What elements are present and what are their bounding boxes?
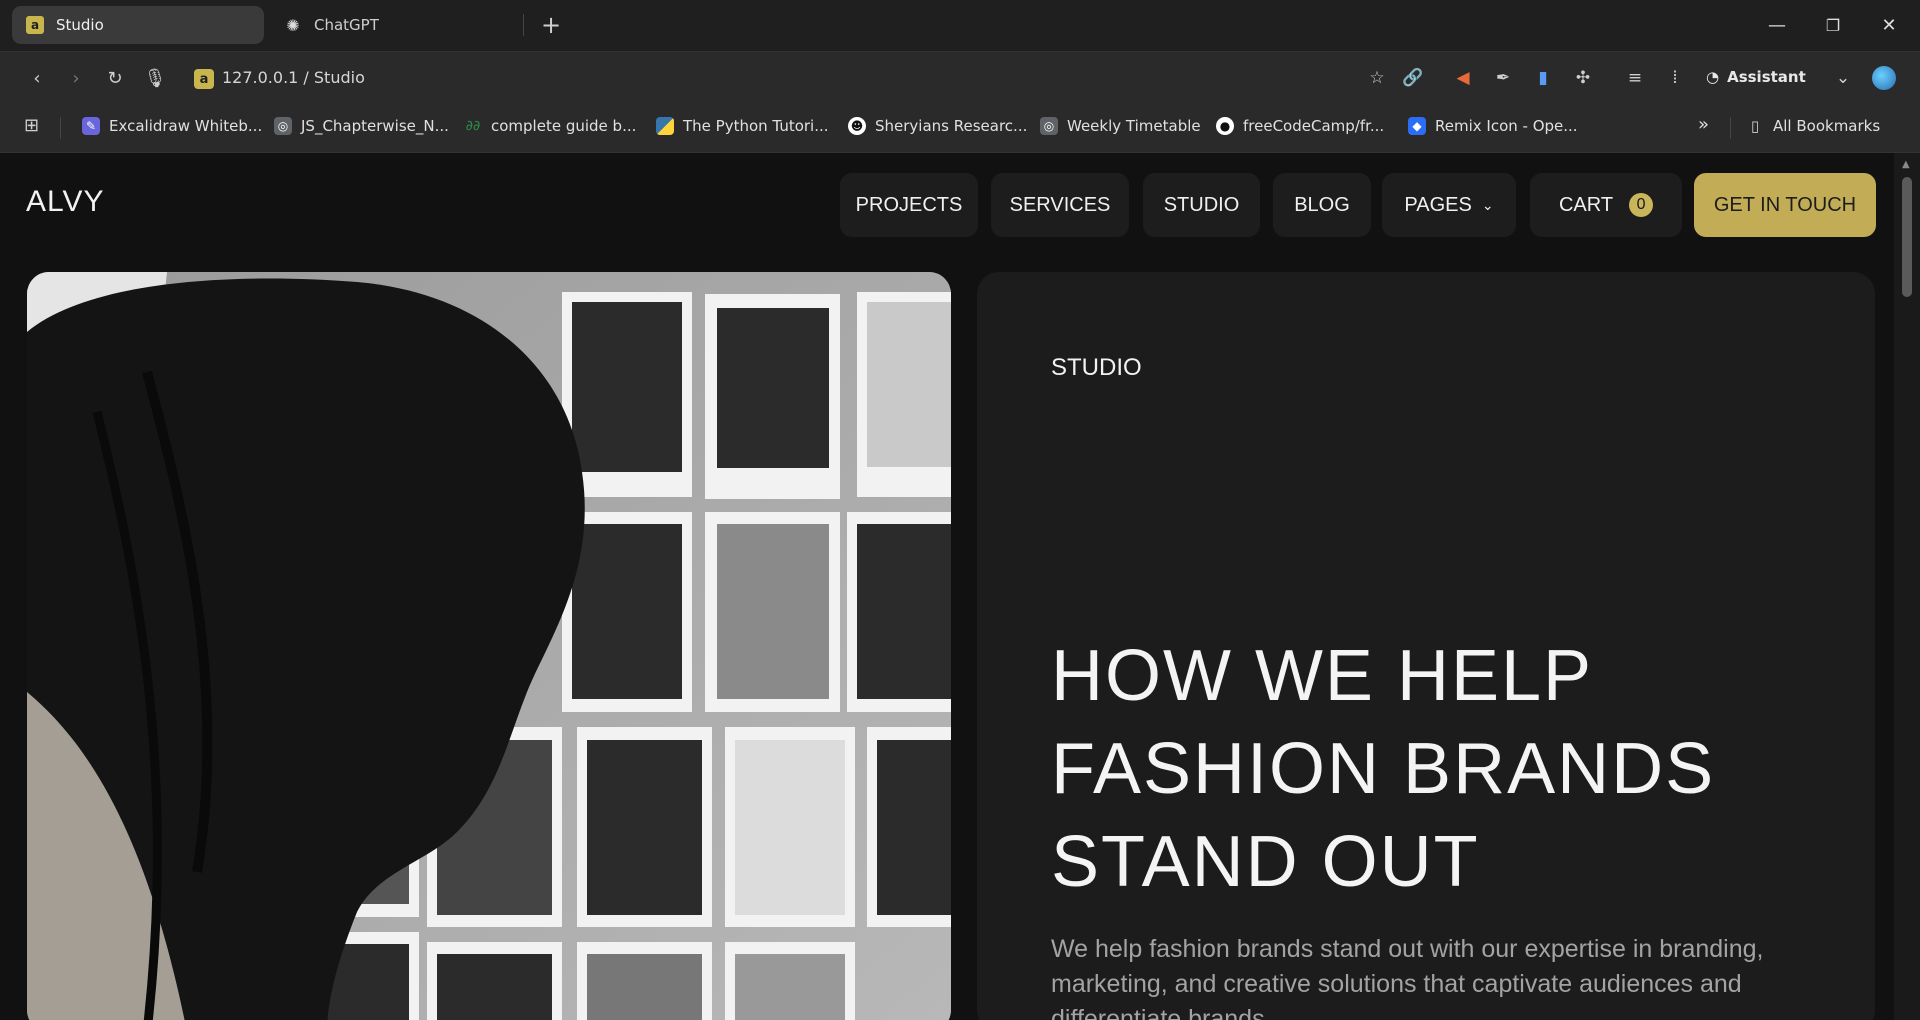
cart-count-badge: 0 [1629,193,1654,217]
extension-docs-icon[interactable]: ▮ [1530,65,1556,91]
hero-title: HOW WE HELP FASHION BRANDS STAND OUT [1051,636,1716,902]
nav-cart[interactable]: CART 0 [1530,173,1682,237]
restore-button[interactable]: ❐ [1816,10,1850,40]
forward-button[interactable]: › [61,63,91,93]
nav-blog[interactable]: BLOG [1273,173,1371,237]
tab-chatgpt[interactable]: ✺ ChatGPT [270,6,520,44]
new-tab-button[interactable]: + [536,10,566,40]
remix-icon: ◆ [1408,117,1426,135]
address-bar: ‹ › ↻ 🎙 a 127.0.0.1 / Studio ☆ 🔗 ◀ ✒ ▮ ✣… [0,51,1920,103]
github-icon: ● [1216,117,1234,135]
color-picker-icon[interactable]: ✒ [1490,65,1516,91]
microphone-icon[interactable]: 🎙 [140,63,170,93]
assistant-label: Assistant [1727,68,1806,86]
scroll-up-icon[interactable]: ▲ [1902,159,1910,170]
back-button[interactable]: ‹ [22,63,52,93]
assistant-button[interactable]: ◔ Assistant [1706,68,1806,86]
hero-photo-illustration [27,272,951,1020]
section-label: STUDIO [1051,354,1142,381]
bookmarks-divider [1730,117,1731,139]
bookmark-label: Weekly Timetable [1067,117,1201,135]
scroll-thumb[interactable] [1902,177,1912,297]
bookmarks-divider [60,117,61,139]
more-bookmarks-icon[interactable]: » [1698,114,1709,135]
chevron-down-icon[interactable]: ⌄ [1830,65,1856,91]
python-icon [656,117,674,135]
nav-pages[interactable]: PAGES ⌄ [1382,173,1516,237]
excalidraw-icon: ✎ [82,117,100,135]
bookmark-folder-icon: ▯ [1750,117,1760,135]
bookmark-label: complete guide b... [491,117,637,135]
reading-list-icon[interactable]: ≡ [1622,65,1648,91]
chevron-down-icon: ⌄ [1481,196,1494,213]
bookmark-weekly-timetable[interactable]: ◎ Weekly Timetable [1040,117,1201,135]
minimize-button[interactable]: — [1760,10,1794,40]
extension-megaphone-icon[interactable]: ◀ [1450,65,1476,91]
nav-services[interactable]: SERVICES [991,173,1129,237]
site-logo[interactable]: ALVY [26,185,105,219]
tab-studio[interactable]: a Studio [12,6,264,44]
chatgpt-icon: ✺ [286,15,300,35]
bookmark-complete-guide[interactable]: ∂∂ complete guide b... [464,117,637,135]
all-bookmarks-label: All Bookmarks [1773,117,1881,135]
extensions-icon[interactable]: ✣ [1570,65,1596,91]
bookmark-star-icon[interactable]: ☆ [1364,65,1390,91]
url-field[interactable]: 127.0.0.1 / Studio [222,68,365,87]
globe-icon: ◎ [274,117,292,135]
close-window-button[interactable]: ✕ [1872,10,1906,40]
bookmark-label: freeCodeCamp/fr... [1243,117,1385,135]
bookmark-label: Remix Icon - Ope... [1435,117,1578,135]
site-favicon-icon: a [26,16,44,34]
bookmark-label: Sheryians Researc... [875,117,1028,135]
tab-bar: a Studio ✺ ChatGPT + — ❐ ✕ [0,0,1920,51]
bookmarks-bar: ⊞ ✎ Excalidraw Whiteb... ◎ JS_Chapterwis… [0,103,1920,153]
hero-image [27,272,951,1020]
bookmark-freecodecamp[interactable]: ● freeCodeCamp/fr... [1216,117,1384,135]
bookmark-label: The Python Tutori... [683,117,829,135]
reload-button[interactable]: ↻ [100,63,130,93]
page-scrollbar[interactable]: ▲ [1894,153,1920,1020]
bookmark-excalidraw[interactable]: ✎ Excalidraw Whiteb... [82,117,262,135]
bookmark-python-tutorial[interactable]: The Python Tutori... [656,117,829,135]
bookmark-sheryians[interactable]: ☻ Sheryians Researc... [848,117,1027,135]
get-in-touch-button[interactable]: GET IN TOUCH [1694,173,1876,237]
bookmark-label: JS_Chapterwise_N... [301,117,449,135]
tab-title: Studio [56,16,104,34]
nav-studio[interactable]: STUDIO [1143,173,1260,237]
globe-icon: ◎ [1040,117,1058,135]
bookmark-label: Excalidraw Whiteb... [109,117,263,135]
geeksforgeeks-icon: ∂∂ [465,118,481,134]
bookmark-js-chapterwise[interactable]: ◎ JS_Chapterwise_N... [274,117,449,135]
hero-description: We help fashion brands stand out with ou… [1051,935,1764,1020]
nav-pages-label: PAGES [1404,193,1472,216]
web-page: ALVY PROJECTS SERVICES STUDIO BLOG PAGES… [6,153,1894,1020]
tab-title: ChatGPT [314,16,379,34]
nav-cart-label: CART [1558,193,1614,216]
audio-wave-icon[interactable]: ⦙ [1662,65,1688,91]
bookmark-remix-icon[interactable]: ◆ Remix Icon - Ope... [1408,117,1578,135]
tab-divider [523,14,524,36]
link-icon[interactable]: 🔗 [1400,65,1426,91]
assistant-icon: ◔ [1706,68,1720,86]
site-favicon-icon: a [194,69,214,89]
sheryians-icon: ☻ [848,117,866,135]
all-bookmarks-button[interactable]: ▯ All Bookmarks [1746,117,1880,135]
nav-projects[interactable]: PROJECTS [840,173,978,237]
profile-avatar[interactable] [1872,66,1896,90]
apps-grid-icon[interactable]: ⊞ [24,115,39,136]
hero-card: STUDIO HOW WE HELP FASHION BRANDS STAND … [977,272,1875,1020]
